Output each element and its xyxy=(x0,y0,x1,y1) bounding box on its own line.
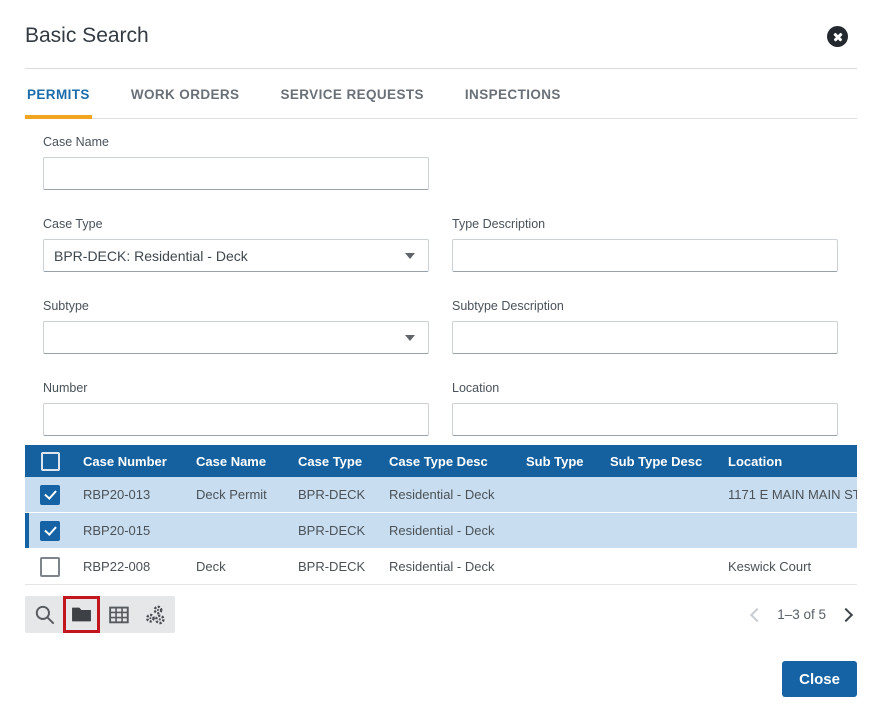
folder-button[interactable] xyxy=(63,596,100,633)
case-name-input[interactable] xyxy=(43,157,429,190)
subtype-description-input[interactable] xyxy=(452,321,838,354)
gears-icon xyxy=(145,605,167,625)
cell-case-number: RBP22-008 xyxy=(75,559,188,574)
subtype-dropdown[interactable] xyxy=(43,321,429,354)
subtype-field: Subtype xyxy=(43,299,429,354)
cell-location: 1171 E MAIN MAIN ST, xyxy=(720,487,857,502)
subtype-description-label: Subtype Description xyxy=(452,299,838,313)
number-label: Number xyxy=(43,381,429,395)
cell-case-name: Deck Permit xyxy=(188,487,290,502)
cell-case-number: RBP20-015 xyxy=(75,523,188,538)
number-field: Number xyxy=(43,381,429,436)
tab-work-orders[interactable]: WORK ORDERS xyxy=(129,87,242,119)
type-description-field: Type Description xyxy=(452,217,838,272)
pagination-label: 1–3 of 5 xyxy=(777,607,826,622)
cell-case-name: Deck xyxy=(188,559,290,574)
row-checkbox[interactable] xyxy=(40,521,60,541)
tab-inspections[interactable]: INSPECTIONS xyxy=(463,87,563,119)
dialog-header: Basic Search xyxy=(0,0,872,48)
case-type-field: Case Type xyxy=(43,217,429,272)
cell-location: Keswick Court xyxy=(720,559,857,574)
dialog-footer: Close xyxy=(782,661,857,697)
row-checkbox[interactable] xyxy=(40,557,60,577)
cell-case-type-desc: Residential - Deck xyxy=(381,523,518,538)
results-table: Case Number Case Name Case Type Case Typ… xyxy=(25,445,857,585)
subtype-label: Subtype xyxy=(43,299,429,313)
previous-page-icon[interactable] xyxy=(750,607,764,621)
table-view-button[interactable] xyxy=(100,596,137,633)
tab-permits[interactable]: PERMITS xyxy=(25,87,92,119)
case-type-label: Case Type xyxy=(43,217,429,231)
table-row[interactable]: RBP22-008 Deck BPR-DECK Residential - De… xyxy=(25,549,857,585)
select-all-checkbox[interactable] xyxy=(41,452,60,471)
next-page-icon[interactable] xyxy=(839,607,853,621)
table-footer-bar: 1–3 of 5 xyxy=(25,596,857,633)
tab-bar: PERMITS WORK ORDERS SERVICE REQUESTS INS… xyxy=(25,69,857,119)
case-name-field: Case Name xyxy=(43,135,429,190)
cell-case-type: BPR-DECK xyxy=(290,523,381,538)
row-checkbox[interactable] xyxy=(40,485,60,505)
column-header-case-number[interactable]: Case Number xyxy=(75,454,188,469)
search-icon xyxy=(34,604,55,625)
table-row[interactable]: RBP20-013 Deck Permit BPR-DECK Residenti… xyxy=(25,477,857,513)
table-header-row: Case Number Case Name Case Type Case Typ… xyxy=(25,445,857,477)
table-grid-icon xyxy=(109,606,129,624)
case-type-dropdown[interactable] xyxy=(43,239,429,272)
location-field: Location xyxy=(452,381,838,436)
table-row[interactable]: RBP20-015 BPR-DECK Residential - Deck xyxy=(25,513,857,549)
subtype-description-field: Subtype Description xyxy=(452,299,838,354)
column-header-sub-type-desc[interactable]: Sub Type Desc xyxy=(602,454,720,469)
number-input[interactable] xyxy=(43,403,429,436)
close-icon[interactable] xyxy=(827,26,848,47)
workflow-actions-button[interactable] xyxy=(137,596,174,633)
column-header-case-type[interactable]: Case Type xyxy=(290,454,381,469)
search-button[interactable] xyxy=(26,596,63,633)
folder-icon xyxy=(71,606,92,623)
tab-service-requests[interactable]: SERVICE REQUESTS xyxy=(278,87,425,119)
location-input[interactable] xyxy=(452,403,838,436)
type-description-input[interactable] xyxy=(452,239,838,272)
column-header-case-type-desc[interactable]: Case Type Desc xyxy=(381,454,518,469)
case-name-label: Case Name xyxy=(43,135,429,149)
close-button[interactable]: Close xyxy=(782,661,857,697)
search-form: Case Name Case Type Type Description Sub… xyxy=(0,119,872,436)
cell-case-type-desc: Residential - Deck xyxy=(381,559,518,574)
cell-case-number: RBP20-013 xyxy=(75,487,188,502)
column-header-sub-type[interactable]: Sub Type xyxy=(518,454,602,469)
column-header-location[interactable]: Location xyxy=(720,454,857,469)
basic-search-dialog: Basic Search PERMITS WORK ORDERS SERVICE… xyxy=(0,0,872,704)
type-description-label: Type Description xyxy=(452,217,838,231)
cell-case-type: BPR-DECK xyxy=(290,559,381,574)
location-label: Location xyxy=(452,381,838,395)
table-toolbar xyxy=(25,596,175,633)
form-spacer xyxy=(452,135,838,190)
cell-case-type-desc: Residential - Deck xyxy=(381,487,518,502)
column-header-case-name[interactable]: Case Name xyxy=(188,454,290,469)
pagination: 1–3 of 5 xyxy=(752,607,857,622)
cell-case-type: BPR-DECK xyxy=(290,487,381,502)
page-title: Basic Search xyxy=(25,24,149,48)
